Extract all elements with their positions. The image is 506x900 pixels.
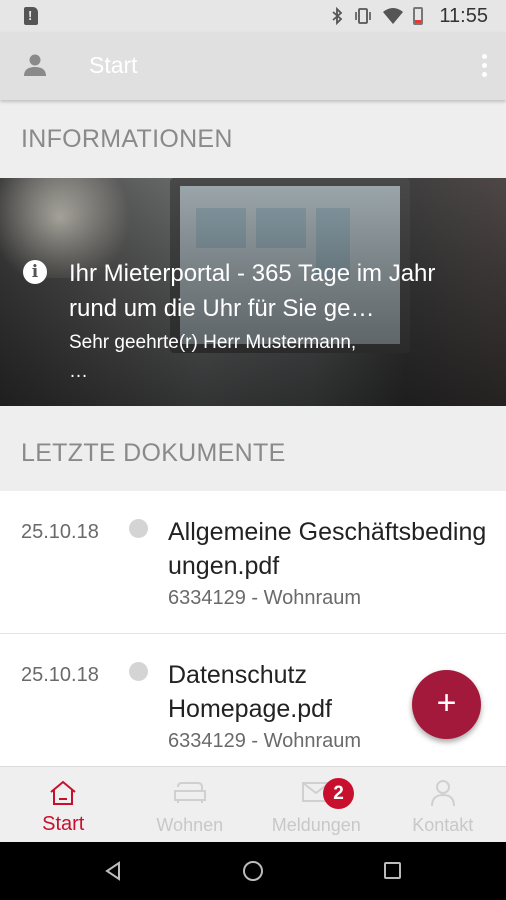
system-navigation-bar bbox=[0, 842, 506, 900]
document-date: 25.10.18 bbox=[21, 521, 99, 543]
unread-dot-icon bbox=[129, 519, 148, 538]
wifi-icon bbox=[383, 8, 404, 24]
sd-card-alert-icon bbox=[24, 7, 38, 25]
document-meta: 6334129 - Wohnraum bbox=[168, 730, 362, 752]
nav-item-start[interactable]: Start bbox=[0, 767, 127, 842]
info-hero-card[interactable]: i Ihr Mieterportal - 365 Tage im Jahr ru… bbox=[0, 178, 506, 406]
info-section-header: INFORMATIONEN bbox=[21, 124, 233, 153]
info-icon: i bbox=[23, 260, 47, 284]
nav-label-wohnen: Wohnen bbox=[156, 815, 224, 835]
docs-section-header: LETZTE DOKUMENTE bbox=[21, 438, 286, 467]
add-icon: + bbox=[436, 684, 457, 722]
document-meta: 6334129 - Wohnraum bbox=[168, 587, 362, 609]
notification-badge: 2 bbox=[323, 778, 354, 809]
recents-icon[interactable] bbox=[384, 862, 401, 879]
nav-label-start: Start bbox=[42, 813, 85, 835]
hero-subtext: Sehr geehrte(r) Herr Mustermann, … bbox=[69, 328, 489, 386]
page-title: Start bbox=[89, 52, 138, 78]
bluetooth-icon bbox=[332, 7, 343, 25]
back-icon[interactable] bbox=[104, 861, 122, 881]
bottom-navigation: Start Wohnen Meldungen Kontakt bbox=[0, 766, 506, 842]
document-date: 25.10.18 bbox=[21, 664, 99, 686]
nav-label-meldungen: Meldungen bbox=[271, 815, 361, 835]
list-item[interactable]: 25.10.18 Allgemeine Geschäftsbedingungen… bbox=[0, 491, 506, 634]
sofa-icon bbox=[173, 782, 206, 803]
nav-label-kontakt: Kontakt bbox=[412, 815, 474, 835]
status-icons: 11:55 bbox=[331, 0, 488, 32]
more-vert-icon[interactable] bbox=[482, 54, 488, 81]
home-circle-icon[interactable] bbox=[243, 861, 263, 881]
battery-low-icon bbox=[413, 7, 424, 25]
hero-greeting: Sehr geehrte(r) Herr Mustermann, bbox=[69, 332, 357, 353]
hero-ellipsis: … bbox=[69, 361, 88, 382]
hero-headline: Ihr Mieterportal - 365 Tage im Jahr rund… bbox=[69, 260, 436, 322]
person-icon[interactable] bbox=[22, 52, 48, 78]
person-outline-icon bbox=[430, 780, 455, 807]
nav-item-kontakt[interactable]: Kontakt bbox=[380, 767, 506, 842]
home-icon bbox=[50, 780, 76, 805]
document-name: Allgemeine Geschäftsbedingungen.pdf bbox=[168, 518, 487, 580]
status-bar: 11:55 bbox=[0, 0, 506, 32]
vibrate-icon bbox=[355, 8, 372, 24]
document-name: Datenschutz Homepage.pdf bbox=[168, 661, 333, 723]
unread-dot-icon bbox=[129, 662, 148, 681]
status-time: 11:55 bbox=[439, 4, 488, 27]
app-bar: Start bbox=[0, 32, 506, 100]
nav-item-meldungen[interactable]: Meldungen bbox=[253, 767, 380, 842]
add-button[interactable]: + bbox=[412, 670, 481, 739]
nav-item-wohnen[interactable]: Wohnen bbox=[127, 767, 254, 842]
